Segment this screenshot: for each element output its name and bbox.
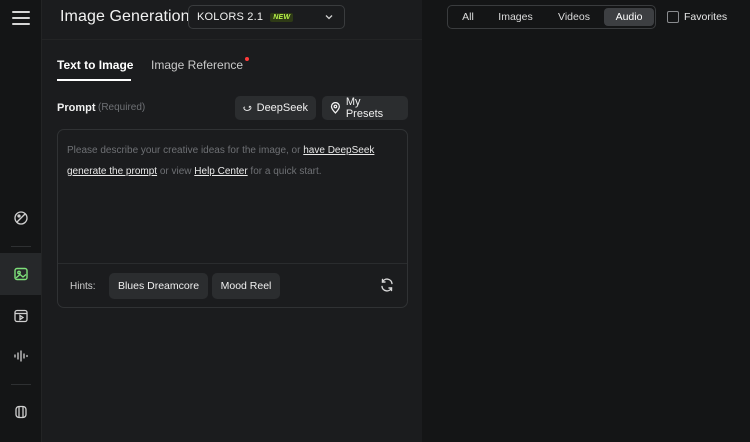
media-filter: All Images Videos Audio (447, 5, 656, 29)
placeholder-text: for a quick start. (247, 166, 322, 177)
left-rail (0, 0, 42, 442)
my-presets-button[interactable]: My Presets (322, 96, 408, 120)
hints-label: Hints: (70, 281, 96, 292)
prompt-required-note: (Required) (98, 102, 146, 113)
placeholder-text: or view (157, 166, 195, 177)
refresh-icon[interactable] (379, 277, 395, 293)
chevron-down-icon (325, 15, 333, 20)
sidebar-item-palette[interactable] (0, 197, 41, 239)
sidebar-item-video[interactable] (0, 295, 41, 337)
rail-divider (11, 384, 31, 385)
my-presets-button-label: My Presets (345, 96, 384, 120)
location-pin-icon (330, 102, 340, 114)
filter-audio[interactable]: Audio (604, 8, 654, 26)
deepseek-button-label: DeepSeek (256, 102, 308, 114)
prompt-placeholder: Please describe your creative ideas for … (67, 140, 400, 182)
filter-images[interactable]: Images (488, 8, 543, 26)
prompt-label: Prompt (57, 102, 96, 114)
model-name: KOLORS 2.1 (197, 11, 264, 23)
deepseek-button[interactable]: DeepSeek (235, 96, 316, 120)
hints-divider (58, 263, 407, 264)
placeholder-text: Please describe your creative ideas for … (67, 145, 304, 156)
video-icon (13, 309, 28, 323)
filter-videos[interactable]: Videos (547, 8, 601, 26)
active-tab-indicator (57, 79, 131, 81)
rail-divider (11, 246, 31, 247)
sidebar-item-audio[interactable] (0, 335, 41, 377)
audio-wave-icon (13, 350, 28, 362)
model-select[interactable]: KOLORS 2.1 NEW (188, 5, 345, 29)
image-icon (13, 267, 28, 281)
hint-chip[interactable]: Blues Dreamcore (109, 273, 208, 299)
sidebar-item-assets[interactable] (0, 391, 41, 433)
page-title: Image Generation (60, 8, 190, 25)
new-badge: NEW (270, 12, 294, 22)
deepseek-icon (243, 105, 252, 111)
menu-icon[interactable] (12, 9, 30, 27)
notification-dot (245, 57, 249, 61)
favorites-checkbox[interactable] (667, 11, 679, 23)
assets-icon (14, 405, 27, 419)
filter-all[interactable]: All (452, 8, 484, 26)
tab-text-to-image[interactable]: Text to Image (57, 58, 133, 72)
results-area (422, 0, 750, 442)
help-center-link[interactable]: Help Center (194, 166, 247, 177)
tab-image-reference[interactable]: Image Reference (151, 58, 243, 72)
sidebar-item-image[interactable] (0, 253, 41, 295)
favorites-label[interactable]: Favorites (684, 11, 727, 23)
prompt-textarea[interactable]: Please describe your creative ideas for … (57, 129, 408, 308)
palette-icon (13, 211, 28, 225)
hint-chip[interactable]: Mood Reel (212, 273, 280, 299)
